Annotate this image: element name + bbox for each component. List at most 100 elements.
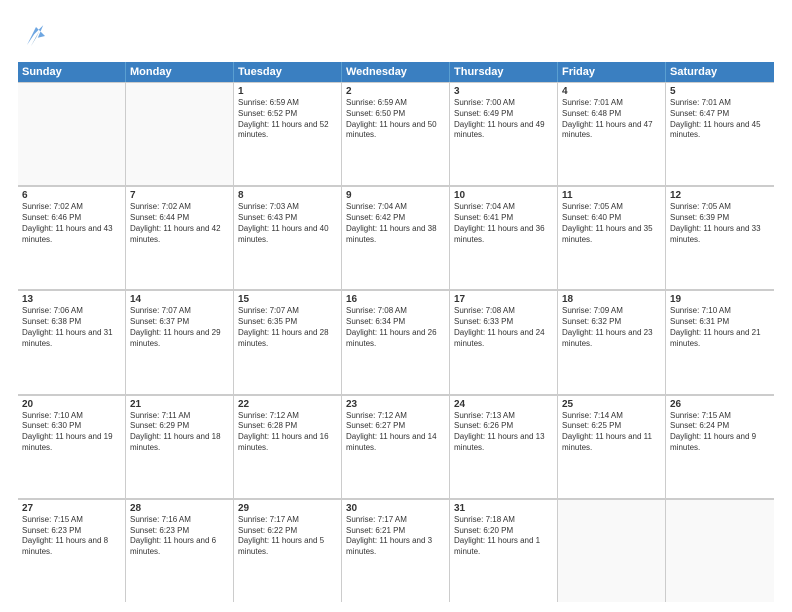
day-number: 14 (130, 294, 229, 305)
day-info: Sunrise: 7:10 AMSunset: 6:31 PMDaylight:… (670, 306, 770, 349)
weekday-header-friday: Friday (558, 62, 666, 82)
day-number: 26 (670, 399, 770, 410)
day-cell-10: 10Sunrise: 7:04 AMSunset: 6:41 PMDayligh… (450, 186, 558, 289)
day-info: Sunrise: 6:59 AMSunset: 6:50 PMDaylight:… (346, 98, 445, 141)
empty-cell (18, 82, 126, 185)
day-number: 9 (346, 190, 445, 201)
day-cell-30: 30Sunrise: 7:17 AMSunset: 6:21 PMDayligh… (342, 499, 450, 602)
weekday-header-sunday: Sunday (18, 62, 126, 82)
day-cell-13: 13Sunrise: 7:06 AMSunset: 6:38 PMDayligh… (18, 290, 126, 393)
day-cell-18: 18Sunrise: 7:09 AMSunset: 6:32 PMDayligh… (558, 290, 666, 393)
day-cell-12: 12Sunrise: 7:05 AMSunset: 6:39 PMDayligh… (666, 186, 774, 289)
day-number: 19 (670, 294, 770, 305)
day-cell-22: 22Sunrise: 7:12 AMSunset: 6:28 PMDayligh… (234, 395, 342, 498)
day-cell-11: 11Sunrise: 7:05 AMSunset: 6:40 PMDayligh… (558, 186, 666, 289)
day-info: Sunrise: 7:18 AMSunset: 6:20 PMDaylight:… (454, 515, 553, 558)
day-number: 17 (454, 294, 553, 305)
logo (18, 18, 58, 54)
day-number: 30 (346, 503, 445, 514)
day-info: Sunrise: 6:59 AMSunset: 6:52 PMDaylight:… (238, 98, 337, 141)
day-number: 16 (346, 294, 445, 305)
day-number: 7 (130, 190, 229, 201)
day-info: Sunrise: 7:09 AMSunset: 6:32 PMDaylight:… (562, 306, 661, 349)
day-info: Sunrise: 7:07 AMSunset: 6:35 PMDaylight:… (238, 306, 337, 349)
day-number: 3 (454, 86, 553, 97)
day-info: Sunrise: 7:16 AMSunset: 6:23 PMDaylight:… (130, 515, 229, 558)
day-number: 6 (22, 190, 121, 201)
day-cell-21: 21Sunrise: 7:11 AMSunset: 6:29 PMDayligh… (126, 395, 234, 498)
logo-icon (18, 18, 54, 54)
calendar: SundayMondayTuesdayWednesdayThursdayFrid… (18, 62, 774, 602)
day-info: Sunrise: 7:14 AMSunset: 6:25 PMDaylight:… (562, 411, 661, 454)
calendar-row-4: 20Sunrise: 7:10 AMSunset: 6:30 PMDayligh… (18, 395, 774, 499)
day-info: Sunrise: 7:07 AMSunset: 6:37 PMDaylight:… (130, 306, 229, 349)
day-number: 8 (238, 190, 337, 201)
day-cell-3: 3Sunrise: 7:00 AMSunset: 6:49 PMDaylight… (450, 82, 558, 185)
day-number: 20 (22, 399, 121, 410)
day-info: Sunrise: 7:12 AMSunset: 6:28 PMDaylight:… (238, 411, 337, 454)
calendar-row-3: 13Sunrise: 7:06 AMSunset: 6:38 PMDayligh… (18, 290, 774, 394)
day-cell-15: 15Sunrise: 7:07 AMSunset: 6:35 PMDayligh… (234, 290, 342, 393)
day-cell-23: 23Sunrise: 7:12 AMSunset: 6:27 PMDayligh… (342, 395, 450, 498)
calendar-row-2: 6Sunrise: 7:02 AMSunset: 6:46 PMDaylight… (18, 186, 774, 290)
day-number: 11 (562, 190, 661, 201)
weekday-header-wednesday: Wednesday (342, 62, 450, 82)
day-number: 18 (562, 294, 661, 305)
empty-cell (126, 82, 234, 185)
day-number: 25 (562, 399, 661, 410)
day-info: Sunrise: 7:15 AMSunset: 6:23 PMDaylight:… (22, 515, 121, 558)
page: SundayMondayTuesdayWednesdayThursdayFrid… (0, 0, 792, 612)
day-number: 31 (454, 503, 553, 514)
day-info: Sunrise: 7:04 AMSunset: 6:42 PMDaylight:… (346, 202, 445, 245)
day-info: Sunrise: 7:04 AMSunset: 6:41 PMDaylight:… (454, 202, 553, 245)
day-number: 13 (22, 294, 121, 305)
day-number: 4 (562, 86, 661, 97)
day-number: 2 (346, 86, 445, 97)
day-cell-8: 8Sunrise: 7:03 AMSunset: 6:43 PMDaylight… (234, 186, 342, 289)
day-cell-19: 19Sunrise: 7:10 AMSunset: 6:31 PMDayligh… (666, 290, 774, 393)
day-number: 29 (238, 503, 337, 514)
day-info: Sunrise: 7:05 AMSunset: 6:39 PMDaylight:… (670, 202, 770, 245)
day-info: Sunrise: 7:10 AMSunset: 6:30 PMDaylight:… (22, 411, 121, 454)
calendar-row-5: 27Sunrise: 7:15 AMSunset: 6:23 PMDayligh… (18, 499, 774, 602)
day-cell-25: 25Sunrise: 7:14 AMSunset: 6:25 PMDayligh… (558, 395, 666, 498)
day-number: 23 (346, 399, 445, 410)
day-info: Sunrise: 7:02 AMSunset: 6:44 PMDaylight:… (130, 202, 229, 245)
day-info: Sunrise: 7:01 AMSunset: 6:47 PMDaylight:… (670, 98, 770, 141)
day-number: 21 (130, 399, 229, 410)
day-cell-24: 24Sunrise: 7:13 AMSunset: 6:26 PMDayligh… (450, 395, 558, 498)
day-info: Sunrise: 7:05 AMSunset: 6:40 PMDaylight:… (562, 202, 661, 245)
day-info: Sunrise: 7:08 AMSunset: 6:33 PMDaylight:… (454, 306, 553, 349)
day-info: Sunrise: 7:17 AMSunset: 6:21 PMDaylight:… (346, 515, 445, 558)
day-number: 28 (130, 503, 229, 514)
weekday-header-monday: Monday (126, 62, 234, 82)
day-cell-7: 7Sunrise: 7:02 AMSunset: 6:44 PMDaylight… (126, 186, 234, 289)
day-info: Sunrise: 7:01 AMSunset: 6:48 PMDaylight:… (562, 98, 661, 141)
day-cell-26: 26Sunrise: 7:15 AMSunset: 6:24 PMDayligh… (666, 395, 774, 498)
weekday-header-tuesday: Tuesday (234, 62, 342, 82)
calendar-header: SundayMondayTuesdayWednesdayThursdayFrid… (18, 62, 774, 82)
calendar-row-1: 1Sunrise: 6:59 AMSunset: 6:52 PMDaylight… (18, 82, 774, 186)
day-info: Sunrise: 7:03 AMSunset: 6:43 PMDaylight:… (238, 202, 337, 245)
day-cell-20: 20Sunrise: 7:10 AMSunset: 6:30 PMDayligh… (18, 395, 126, 498)
empty-cell (666, 499, 774, 602)
empty-cell (558, 499, 666, 602)
day-cell-1: 1Sunrise: 6:59 AMSunset: 6:52 PMDaylight… (234, 82, 342, 185)
day-cell-4: 4Sunrise: 7:01 AMSunset: 6:48 PMDaylight… (558, 82, 666, 185)
day-cell-28: 28Sunrise: 7:16 AMSunset: 6:23 PMDayligh… (126, 499, 234, 602)
day-info: Sunrise: 7:11 AMSunset: 6:29 PMDaylight:… (130, 411, 229, 454)
day-number: 5 (670, 86, 770, 97)
day-number: 22 (238, 399, 337, 410)
calendar-body: 1Sunrise: 6:59 AMSunset: 6:52 PMDaylight… (18, 82, 774, 602)
day-cell-2: 2Sunrise: 6:59 AMSunset: 6:50 PMDaylight… (342, 82, 450, 185)
day-number: 10 (454, 190, 553, 201)
day-info: Sunrise: 7:15 AMSunset: 6:24 PMDaylight:… (670, 411, 770, 454)
day-number: 1 (238, 86, 337, 97)
day-cell-14: 14Sunrise: 7:07 AMSunset: 6:37 PMDayligh… (126, 290, 234, 393)
day-cell-16: 16Sunrise: 7:08 AMSunset: 6:34 PMDayligh… (342, 290, 450, 393)
day-cell-27: 27Sunrise: 7:15 AMSunset: 6:23 PMDayligh… (18, 499, 126, 602)
day-number: 24 (454, 399, 553, 410)
weekday-header-thursday: Thursday (450, 62, 558, 82)
day-number: 15 (238, 294, 337, 305)
day-cell-9: 9Sunrise: 7:04 AMSunset: 6:42 PMDaylight… (342, 186, 450, 289)
